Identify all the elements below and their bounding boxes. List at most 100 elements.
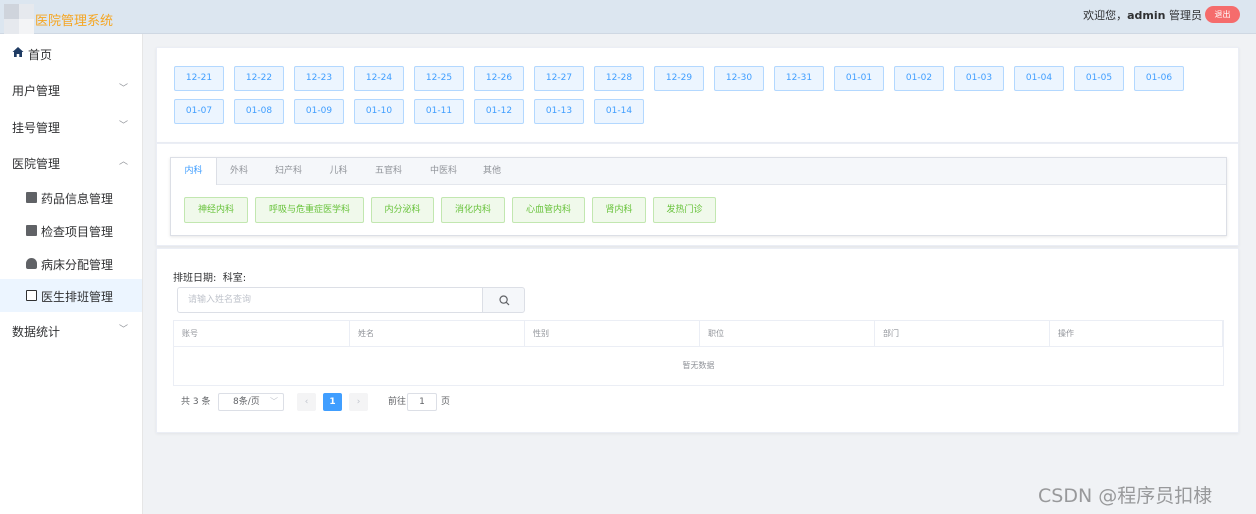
date-panel: 12-21 12-22 12-23 12-24 12-25 12-26 12-27 12-28… [156,47,1239,143]
department-button[interactable]: 肾内科 [592,197,646,223]
date-chip[interactable]: 01-01 [834,66,884,91]
schedule-dept-label: 科室: [222,273,247,284]
user-role: 管理员 [1169,9,1202,22]
sidebar-item-registration[interactable]: 挂号管理 ﹀ [0,109,142,143]
chevron-down-icon: ﹀ [118,121,128,131]
next-page-button[interactable]: › [349,393,368,411]
department-button[interactable]: 内分泌科 [371,197,434,223]
column-header: 性别 [525,321,700,347]
page-size-select[interactable]: 8条/页 ﹀ [218,393,284,411]
username: admin [1127,9,1166,22]
search-button[interactable] [482,287,525,313]
search-input[interactable]: 请输入姓名查询 [177,287,483,313]
department-button[interactable]: 心血管内科 [512,197,585,223]
sidebar-item-exam-items[interactable]: 检查项目管理 [0,214,142,247]
goto-prefix: 前往 [388,397,407,407]
chevron-down-icon: ﹀ [118,325,128,335]
date-chip[interactable]: 01-08 [234,99,284,124]
prev-page-button[interactable]: ‹ [297,393,316,411]
watermark: CSDN @程序员扣棣 [1038,485,1213,507]
current-page[interactable]: 1 [323,393,342,411]
sidebar-item-drug-info[interactable]: 药品信息管理 [0,181,142,214]
column-header: 部门 [875,321,1050,347]
date-chip[interactable]: 01-12 [474,99,524,124]
sidebar-item-bed-allocation[interactable]: 病床分配管理 [0,247,142,280]
top-header: 医院管理系统 欢迎您，admin 管理员 退出 [0,0,1256,34]
date-chip[interactable]: 12-28 [594,66,644,91]
schedule-date-label: 排班日期: [173,273,217,284]
welcome-text: 欢迎您，admin 管理员 [1083,7,1202,23]
sidebar-item-label: 药品信息管理 [41,192,114,206]
page-size-value: 8条/页 [233,397,260,407]
date-chip[interactable]: 12-29 [654,66,704,91]
department-button[interactable]: 消化内科 [441,197,505,223]
sidebar-item-label: 数据统计 [12,325,61,339]
date-chip[interactable]: 12-24 [354,66,404,91]
tabs-bar: 内科 外科 妇产科 儿科 五官科 中医科 其他 [171,158,1226,185]
bed-icon [26,258,37,269]
date-chip[interactable]: 01-13 [534,99,584,124]
sidebar-item-label: 用户管理 [12,84,61,98]
empty-text: 暂无数据 [682,361,715,370]
chevron-down-icon: ﹀ [118,84,128,94]
calendar-icon [26,290,37,301]
logout-button[interactable]: 退出 [1205,6,1240,23]
pagination-total: 共 3 条 [181,397,211,407]
goto-page-input[interactable]: 1 [407,393,437,411]
date-chip[interactable]: 01-14 [594,99,644,124]
logo-image [4,4,34,34]
sidebar-item-label: 医院管理 [12,157,61,171]
medicine-box-icon [26,192,37,203]
department-button[interactable]: 神经内科 [184,197,248,223]
tab-department[interactable]: 儿科 [316,158,361,185]
sidebar-item-hospital-management[interactable]: 医院管理 ︿ [0,145,142,179]
goto-suffix: 页 [441,397,451,407]
column-header: 账号 [174,321,350,347]
tab-department[interactable]: 妇产科 [261,158,316,185]
date-chip[interactable]: 01-11 [414,99,464,124]
sidebar-item-label: 挂号管理 [12,121,61,135]
search-icon [499,295,510,306]
department-tabs-card: 内科 外科 妇产科 儿科 五官科 中医科 其他 神经内科 呼吸与危重症医学科 内分泌科 消化内科心… [170,157,1227,236]
sidebar-item-label: 检查项目管理 [41,225,114,239]
app-title: 医院管理系统 [35,14,114,29]
date-chip[interactable]: 12-31 [774,66,824,91]
schedule-panel: 排班日期: 科室: 请输入姓名查询 账号 姓名 性别 职位 部门 操作 暂无数据 共 3 … [156,248,1239,433]
tab-department[interactable]: 内科 [171,158,217,185]
department-panel: 内科 外科 妇产科 儿科 五官科 中医科 其他 神经内科 呼吸与危重症医学科 内分泌科 消化内科心… [156,143,1239,246]
date-chip[interactable]: 01-02 [894,66,944,91]
date-chip[interactable]: 01-05 [1074,66,1124,91]
date-chip[interactable]: 01-03 [954,66,1004,91]
welcome-prefix: 欢迎您， [1083,9,1128,22]
date-chip[interactable]: 12-26 [474,66,524,91]
tab-department[interactable]: 五官科 [361,158,416,185]
sidebar-item-label: 病床分配管理 [41,258,114,272]
date-chip[interactable]: 01-09 [294,99,344,124]
sidebar-item-user-management[interactable]: 用户管理 ﹀ [0,72,142,106]
date-chip[interactable]: 01-07 [174,99,224,124]
date-chip[interactable]: 01-04 [1014,66,1064,91]
date-chip[interactable]: 12-25 [414,66,464,91]
date-chip[interactable]: 12-23 [294,66,344,91]
date-chip[interactable]: 01-10 [354,99,404,124]
department-button[interactable]: 呼吸与危重症医学科 [255,197,364,223]
sidebar-item-label: 首页 [28,48,53,62]
tab-department[interactable]: 外科 [217,158,261,185]
sidebar: 首页 用户管理 ﹀ 挂号管理 ﹀ 医院管理 ︿ 药品信息管理 检查项目管理 病床… [0,34,143,514]
chevron-down-icon: ﹀ [270,397,278,406]
home-icon [12,47,24,57]
tab-department[interactable]: 中医科 [416,158,471,185]
date-chip[interactable]: 12-22 [234,66,284,91]
schedule-table: 账号 姓名 性别 职位 部门 操作 暂无数据 [173,320,1224,386]
department-button[interactable]: 发热门诊 [653,197,716,223]
date-chip[interactable]: 01-06 [1134,66,1184,91]
sidebar-item-label: 医生排班管理 [41,290,114,304]
sidebar-item-statistics[interactable]: 数据统计 ﹀ [0,313,142,347]
sidebar-item-home[interactable]: 首页 [0,36,142,70]
date-chip[interactable]: 12-21 [174,66,224,91]
sidebar-item-doctor-schedule[interactable]: 医生排班管理 [0,279,142,312]
date-chip[interactable]: 12-30 [714,66,764,91]
tab-department[interactable]: 其他 [471,158,513,185]
date-chip[interactable]: 12-27 [534,66,584,91]
chevron-up-icon: ︿ [118,157,128,167]
